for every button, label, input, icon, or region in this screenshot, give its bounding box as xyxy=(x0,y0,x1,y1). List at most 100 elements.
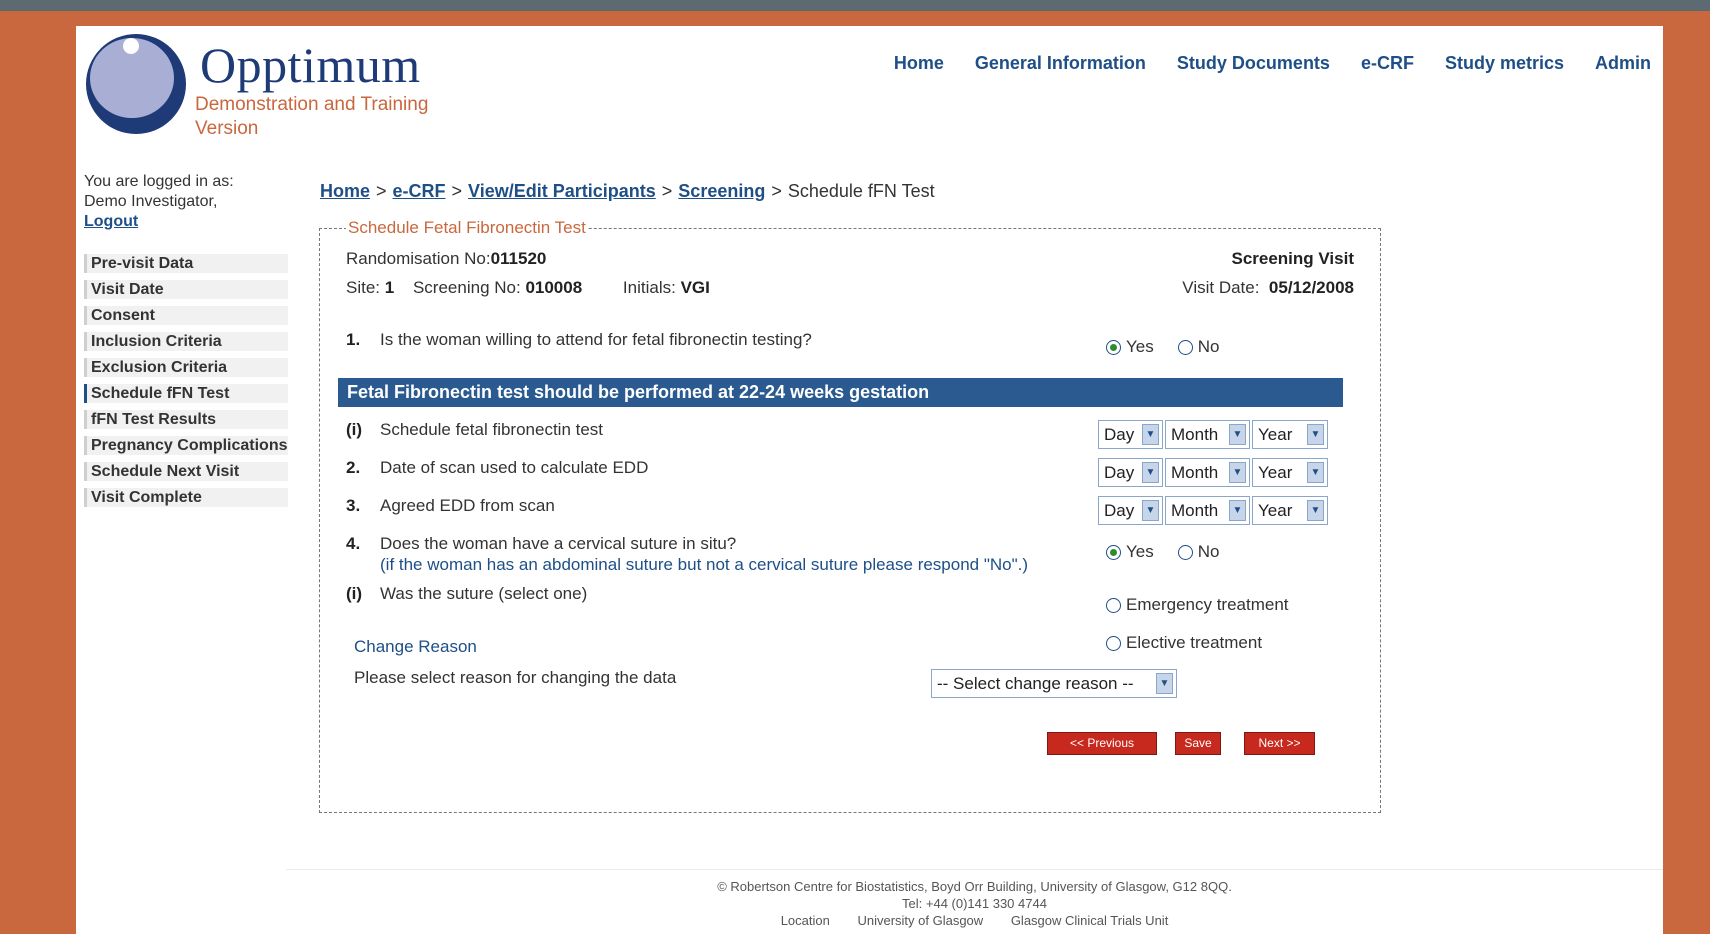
visit-date-value: 05/12/2008 xyxy=(1268,278,1354,297)
chevron-down-icon: ▼ xyxy=(1142,500,1159,521)
attend-ffn-yes-radio[interactable]: Yes xyxy=(1106,337,1154,357)
nav-study-metrics[interactable]: Study metrics xyxy=(1445,53,1564,74)
footer: © Robertson Centre for Biostatistics, Bo… xyxy=(286,878,1663,929)
footer-address: © Robertson Centre for Biostatistics, Bo… xyxy=(717,879,1232,894)
suture-elective-radio[interactable]: Elective treatment xyxy=(1106,633,1262,653)
gestation-banner: Fetal Fibronectin test should be perform… xyxy=(338,378,1343,407)
nav-general-information[interactable]: General Information xyxy=(975,53,1146,74)
radio-unchecked-icon xyxy=(1177,339,1193,355)
scan-date-year-select[interactable]: Year ▼ xyxy=(1252,458,1328,487)
question-cervical-suture-text: Does the woman have a cervical suture in… xyxy=(380,534,737,553)
footer-link-location[interactable]: Location xyxy=(781,913,830,928)
breadcrumb-home[interactable]: Home xyxy=(320,181,370,201)
footer-link-gctu[interactable]: Glasgow Clinical Trials Unit xyxy=(1011,913,1169,928)
sidebar-item-pregnancy-complications[interactable]: Pregnancy Complications xyxy=(84,436,288,455)
select-value: Day xyxy=(1104,462,1135,482)
breadcrumb-separator: > xyxy=(661,181,673,201)
suture-type-radio-elective: Elective treatment xyxy=(1106,633,1286,653)
schedule-ffn-month-select[interactable]: Month ▼ xyxy=(1165,420,1250,449)
nav-home[interactable]: Home xyxy=(894,53,944,74)
chevron-down-icon: ▼ xyxy=(1142,462,1159,483)
logo-title: Opptimum xyxy=(200,37,421,93)
sidebar-item-schedule-next-visit[interactable]: Schedule Next Visit xyxy=(84,462,288,481)
sidebar-item-schedule-ffn-test[interactable]: Schedule fFN Test xyxy=(84,384,288,403)
schedule-ffn-date-picker: Day ▼ Month ▼ Year ▼ xyxy=(1098,420,1330,449)
nav-study-documents[interactable]: Study Documents xyxy=(1177,53,1330,74)
agreed-edd-year-select[interactable]: Year ▼ xyxy=(1252,496,1328,525)
question-number: 4. xyxy=(346,534,361,553)
login-info: You are logged in as: Demo Investigator,… xyxy=(84,172,234,232)
site-label: Site: xyxy=(346,278,381,297)
footer-phone: Tel: +44 (0)141 330 4744 xyxy=(902,896,1047,911)
chevron-down-icon: ▼ xyxy=(1156,673,1173,694)
footer-divider xyxy=(286,869,1663,870)
change-reason-select[interactable]: -- Select change reason -- ▼ xyxy=(931,669,1177,698)
radio-label: No xyxy=(1197,337,1220,356)
breadcrumb-separator: > xyxy=(771,181,782,201)
logout-link[interactable]: Logout xyxy=(84,213,138,230)
sidebar-item-exclusion-criteria[interactable]: Exclusion Criteria xyxy=(84,358,288,377)
chevron-down-icon: ▼ xyxy=(1229,424,1246,445)
top-strip xyxy=(0,0,1710,11)
breadcrumb-current: Schedule fFN Test xyxy=(787,181,935,201)
radio-label: Emergency treatment xyxy=(1126,595,1289,614)
save-button[interactable]: Save xyxy=(1175,732,1221,755)
screening-no-label: Screening No: xyxy=(412,278,521,297)
initials-label: Initials: xyxy=(622,278,676,297)
sidebar-item-ffn-test-results[interactable]: fFN Test Results xyxy=(84,410,288,429)
radio-label: Yes xyxy=(1126,542,1154,561)
chevron-down-icon: ▼ xyxy=(1307,424,1324,445)
scan-date-day-select[interactable]: Day ▼ xyxy=(1098,458,1163,487)
logo-subtitle-version: Version xyxy=(195,118,259,139)
radio-unchecked-icon xyxy=(1106,597,1121,613)
nav-ecrf[interactable]: e-CRF xyxy=(1361,53,1414,74)
select-value: Month xyxy=(1171,424,1219,444)
logo-emblem-icon xyxy=(86,34,186,134)
attend-ffn-radio-group: Yes No xyxy=(1106,337,1243,357)
cervical-suture-yes-radio[interactable]: Yes xyxy=(1106,542,1154,562)
attend-ffn-no-radio[interactable]: No xyxy=(1177,337,1220,357)
visit-date-label: Visit Date: xyxy=(1182,278,1260,297)
schedule-ffn-day-select[interactable]: Day ▼ xyxy=(1098,420,1163,449)
next-button[interactable]: Next >> xyxy=(1244,732,1315,755)
breadcrumb-ecrf[interactable]: e-CRF xyxy=(393,181,446,201)
logo[interactable]: Opptimum Demonstration and Training Vers… xyxy=(82,32,462,142)
sidebar-item-visit-complete[interactable]: Visit Complete xyxy=(84,488,288,507)
visit-date-info: Visit Date: 05/12/2008 xyxy=(1182,278,1354,298)
question-number: 1. xyxy=(346,330,361,349)
schedule-ffn-fieldset: Schedule Fetal Fibronectin Test Randomis… xyxy=(319,218,1381,813)
radio-label: Yes xyxy=(1126,337,1154,356)
breadcrumb-screening[interactable]: Screening xyxy=(678,181,765,201)
question-attend-ffn-text: Is the woman willing to attend for fetal… xyxy=(380,330,812,349)
select-value: Month xyxy=(1171,462,1219,482)
previous-button[interactable]: << Previous xyxy=(1047,732,1157,755)
agreed-edd-month-select[interactable]: Month ▼ xyxy=(1165,496,1250,525)
radio-label: No xyxy=(1197,542,1220,561)
suture-emergency-radio[interactable]: Emergency treatment xyxy=(1106,595,1289,615)
initials-value: VGI xyxy=(680,278,710,297)
footer-link-university[interactable]: University of Glasgow xyxy=(857,913,983,928)
logo-subtitle: Demonstration and Training xyxy=(195,94,429,115)
question-number: (i) xyxy=(346,420,363,439)
user-name: Demo Investigator, xyxy=(84,193,218,210)
sidebar-item-visit-date[interactable]: Visit Date xyxy=(84,280,288,299)
scan-date-month-select[interactable]: Month ▼ xyxy=(1165,458,1250,487)
scan-date-picker: Day ▼ Month ▼ Year ▼ xyxy=(1098,458,1330,487)
schedule-ffn-year-select[interactable]: Year ▼ xyxy=(1252,420,1328,449)
breadcrumb-separator: > xyxy=(376,181,387,201)
select-value: Day xyxy=(1104,424,1135,444)
breadcrumb-view-edit-participants[interactable]: View/Edit Participants xyxy=(468,181,656,201)
nav-admin[interactable]: Admin xyxy=(1595,53,1651,74)
select-value: Year xyxy=(1258,500,1293,520)
sidebar-item-pre-visit-data[interactable]: Pre-visit Data xyxy=(84,254,288,273)
question-suture-type-text: Was the suture (select one) xyxy=(380,584,588,603)
select-value: -- Select change reason -- xyxy=(937,673,1134,693)
sidebar-item-inclusion-criteria[interactable]: Inclusion Criteria xyxy=(84,332,288,351)
sidebar-item-consent[interactable]: Consent xyxy=(84,306,288,325)
agreed-edd-day-select[interactable]: Day ▼ xyxy=(1098,496,1163,525)
agreed-edd-date-picker: Day ▼ Month ▼ Year ▼ xyxy=(1098,496,1330,525)
select-value: Day xyxy=(1104,500,1135,520)
cervical-suture-no-radio[interactable]: No xyxy=(1177,542,1220,562)
site-number: 1 xyxy=(384,278,395,297)
question-number: (i) xyxy=(346,584,363,603)
